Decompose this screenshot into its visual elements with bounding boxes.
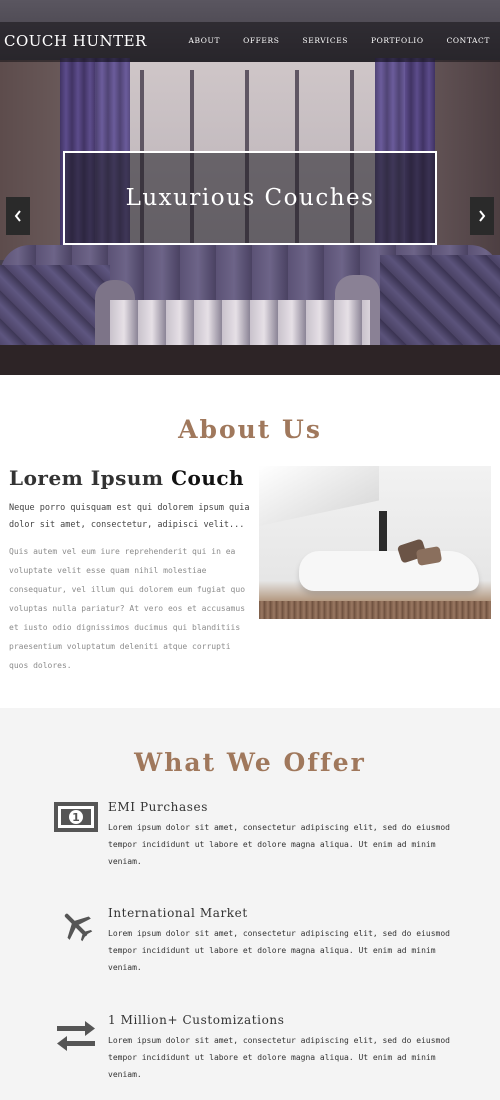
hero-slider: COUCH HUNTER ABOUT OFFERS SERVICES PORTF… (0, 0, 500, 375)
main-nav: ABOUT OFFERS SERVICES PORTFOLIO CONTACT (166, 36, 490, 45)
offer-item-title: EMI Purchases (108, 800, 208, 814)
about-body-text: Quis autem vel eum iure reprehenderit qu… (9, 547, 246, 670)
about-heading-plain: Lorem Ipsum (9, 466, 164, 490)
nav-item-portfolio[interactable]: PORTFOLIO (371, 36, 424, 45)
nav-item-services[interactable]: SERVICES (303, 36, 349, 45)
offer-title: What We Offer (134, 748, 366, 777)
chevron-right-icon (479, 210, 486, 222)
about-couch-image (259, 466, 491, 619)
image-lounger (299, 551, 479, 591)
image-staircase (259, 466, 379, 526)
about-heading-accent: Couch (171, 466, 245, 490)
about-lead-text: Neque porro quisquam est qui dolorem ips… (9, 503, 250, 530)
nav-item-offers[interactable]: OFFERS (243, 36, 279, 45)
airplane-icon (53, 906, 99, 944)
hero-caption-box: Luxurious Couches (63, 151, 437, 245)
offer-item-title: International Market (108, 906, 248, 920)
offer-item-text: Lorem ipsum dolor sit amet, consectetur … (108, 823, 450, 866)
nav-item-about[interactable]: ABOUT (189, 36, 221, 45)
image-rug (259, 601, 491, 619)
site-logo[interactable]: COUCH HUNTER (4, 32, 147, 50)
slider-prev-button[interactable] (6, 197, 30, 235)
svg-text:1: 1 (72, 811, 80, 824)
hero-caption: Luxurious Couches (125, 185, 375, 211)
hero-floor (0, 345, 500, 375)
nav-item-contact[interactable]: CONTACT (447, 36, 490, 45)
about-heading: Lorem Ipsum Couch (9, 466, 244, 490)
sofa-seat (110, 300, 370, 345)
chevron-left-icon (14, 210, 21, 222)
offer-section: What We Offer 1 EMI Purchases Lorem ipsu… (0, 708, 500, 1100)
about-section: About Us Lorem Ipsum Couch Neque porro q… (0, 375, 500, 708)
money-icon: 1 (53, 798, 99, 836)
offer-item-text: Lorem ipsum dolor sit amet, consectetur … (108, 929, 450, 972)
about-title: About Us (178, 415, 322, 444)
exchange-arrows-icon (53, 1017, 99, 1055)
offer-item-title: 1 Million+ Customizations (108, 1013, 285, 1027)
offer-item-text: Lorem ipsum dolor sit amet, consectetur … (108, 1036, 450, 1079)
top-navbar: COUCH HUNTER ABOUT OFFERS SERVICES PORTF… (0, 22, 500, 62)
slider-next-button[interactable] (470, 197, 494, 235)
